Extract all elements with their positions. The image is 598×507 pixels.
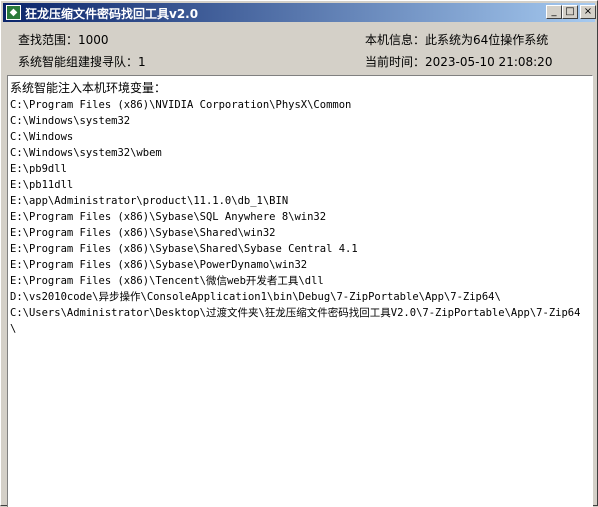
machine-info-label: 本机信息：此系统为64位操作系统 bbox=[365, 33, 549, 47]
title-bar[interactable]: ◆ 狂龙压缩文件密码找回工具v2.0 _ □ × bbox=[3, 3, 596, 22]
output-line: C:\Users\Administrator\Desktop\过渡文件夹\狂龙压… bbox=[10, 307, 581, 319]
minimize-button[interactable]: _ bbox=[546, 5, 562, 19]
output-line: E:\pb9dll bbox=[10, 163, 67, 175]
output-line: E:\pb11dll bbox=[10, 179, 74, 191]
output-textbox[interactable]: 系统智能注入本机环境变量： C:\Program Files (x86)\NVI… bbox=[7, 75, 593, 507]
output-line: C:\Program Files (x86)\NVIDIA Corporatio… bbox=[10, 99, 352, 111]
output-title: 系统智能注入本机环境变量： bbox=[10, 81, 167, 95]
output-line: E:\app\Administrator\product\11.1.0\db_1… bbox=[10, 195, 289, 207]
close-button[interactable]: × bbox=[580, 5, 596, 19]
output-line: D:\vs2010code\异步操作\ConsoleApplication1\b… bbox=[10, 291, 501, 303]
output-line: C:\Windows bbox=[10, 131, 74, 143]
window-title: 狂龙压缩文件密码找回工具v2.0 bbox=[25, 7, 199, 21]
maximize-button[interactable]: □ bbox=[562, 5, 578, 19]
search-range-label: 查找范围：1000 bbox=[18, 33, 109, 47]
output-lines: C:\Program Files (x86)\NVIDIA Corporatio… bbox=[10, 97, 580, 337]
output-line: E:\Program Files (x86)\Tencent\微信web开发者工… bbox=[10, 275, 324, 287]
output-line: E:\Program Files (x86)\Sybase\SQL Anywhe… bbox=[10, 211, 327, 223]
app-window: ◆ 狂龙压缩文件密码找回工具v2.0 _ □ × 查找范围：1000 系统智能组… bbox=[0, 0, 598, 507]
current-time-label: 当前时间：2023-05-10 21:08:20 bbox=[365, 55, 553, 69]
smart-team-label: 系统智能组建搜寻队：1 bbox=[18, 55, 146, 69]
output-line: C:\Windows\system32 bbox=[10, 115, 131, 127]
output-line: E:\Program Files (x86)\Sybase\Shared\win… bbox=[10, 227, 276, 239]
output-line: E:\Program Files (x86)\Sybase\Shared\Syb… bbox=[10, 243, 358, 255]
output-line: E:\Program Files (x86)\Sybase\PowerDynam… bbox=[10, 259, 308, 271]
app-icon: ◆ bbox=[6, 5, 21, 20]
output-line: \ bbox=[10, 323, 17, 335]
output-line: C:\Windows\system32\wbem bbox=[10, 147, 162, 159]
